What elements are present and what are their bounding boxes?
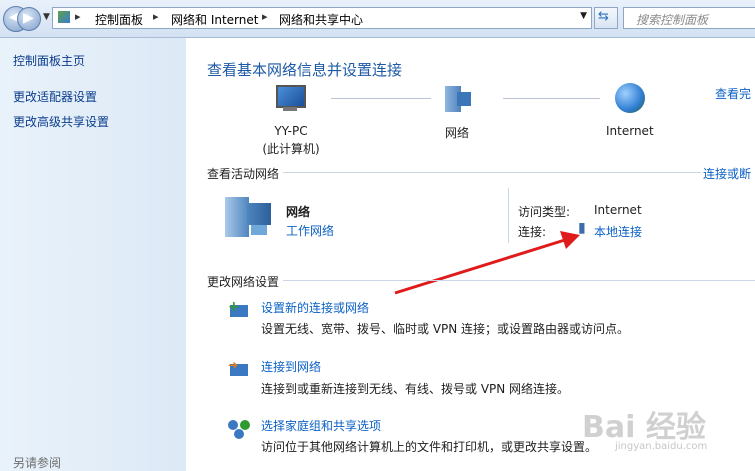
sidebar-item-control-panel-home[interactable]: 控制面板主页: [13, 52, 85, 69]
connect-network-icon: ➜: [228, 358, 252, 380]
page-title: 查看基本网络信息并设置连接: [207, 61, 403, 79]
task-connect-to-network[interactable]: 连接到网络: [261, 358, 321, 375]
breadcrumb-network-internet[interactable]: 网络和 Internet: [171, 11, 258, 28]
sidebar: 控制面板主页 更改适配器设置 更改高级共享设置 另请参阅: [0, 38, 186, 471]
forward-arrow-icon: ▶: [23, 10, 34, 26]
access-type-label: 访问类型:: [518, 205, 571, 219]
breadcrumb-separator-icon: ▸: [153, 10, 159, 23]
homegroup-icon: [228, 418, 252, 440]
baidu-watermark-url: jingyan.baidu.com: [615, 441, 708, 452]
internet-globe-icon: [615, 83, 645, 113]
task-setup-new-connection-desc: 设置无线、宽带、拨号、临时或 VPN 连接；或设置路由器或访问点。: [261, 322, 630, 336]
history-dropdown-icon[interactable]: ▼: [43, 12, 50, 22]
network-type-link[interactable]: 工作网络: [286, 222, 334, 239]
computer-icon: [272, 85, 306, 113]
sidebar-item-change-adapter[interactable]: 更改适配器设置: [13, 88, 97, 105]
computer-sub-label: (此计算机): [262, 142, 320, 156]
search-placeholder: 搜索控制面板: [636, 13, 709, 27]
refresh-icon: ⇆: [598, 9, 609, 24]
change-settings-label: 更改网络设置: [207, 275, 280, 289]
network-label: 网络: [445, 126, 470, 140]
work-network-icon: [225, 193, 273, 237]
task-homegroup-sharing[interactable]: 选择家庭组和共享选项: [261, 417, 381, 434]
task-setup-new-connection[interactable]: 设置新的连接或网络: [261, 299, 369, 316]
computer-name: YY-PC: [274, 124, 308, 138]
breadcrumb-separator-icon: ▸: [262, 10, 268, 23]
connection-line: [331, 98, 431, 99]
internet-label: Internet: [606, 124, 654, 138]
divider: [283, 280, 755, 281]
access-type-value: Internet: [594, 203, 642, 217]
task-connect-to-network-desc: 连接到或重新连接到无线、有线、拨号或 VPN 网络连接。: [261, 382, 570, 396]
new-connection-icon: +: [228, 299, 252, 321]
see-also-label: 另请参阅: [13, 456, 62, 470]
forward-button[interactable]: ▶: [17, 7, 41, 31]
active-networks-label: 查看活动网络: [207, 167, 280, 181]
baidu-watermark: Bai 经验: [582, 410, 706, 445]
address-toolbar: ◀ ▶ ▼ ▸ 控制面板 ▸ 网络和 Internet ▸ 网络和共享中心 ▼ …: [0, 0, 755, 38]
breadcrumb-network-sharing-center[interactable]: 网络和共享中心: [279, 11, 363, 28]
address-bar[interactable]: ▸ 控制面板 ▸ 网络和 Internet ▸ 网络和共享中心 ▼: [52, 7, 592, 29]
search-input[interactable]: 搜索控制面板: [623, 7, 755, 29]
connect-disconnect-link[interactable]: 连接或断: [703, 165, 751, 182]
task-homegroup-sharing-desc: 访问位于其他网络计算机上的文件和打印机，或更改共享设置。: [261, 440, 598, 454]
breadcrumb-separator-icon: ▸: [75, 10, 81, 23]
view-full-map-link[interactable]: 查看完: [715, 85, 751, 102]
divider: [283, 172, 701, 173]
sidebar-item-advanced-sharing[interactable]: 更改高级共享设置: [13, 113, 109, 130]
address-dropdown-icon[interactable]: ▼: [580, 11, 587, 21]
red-arrow-annotation: [394, 231, 580, 295]
network-name: 网络: [286, 205, 311, 219]
refresh-button[interactable]: ⇆: [594, 7, 618, 29]
control-panel-icon: [58, 11, 70, 23]
local-connection-link[interactable]: 本地连接: [594, 223, 642, 240]
connection-line: [503, 98, 600, 99]
network-icon: [443, 84, 473, 114]
breadcrumb-control-panel[interactable]: 控制面板: [95, 11, 143, 28]
